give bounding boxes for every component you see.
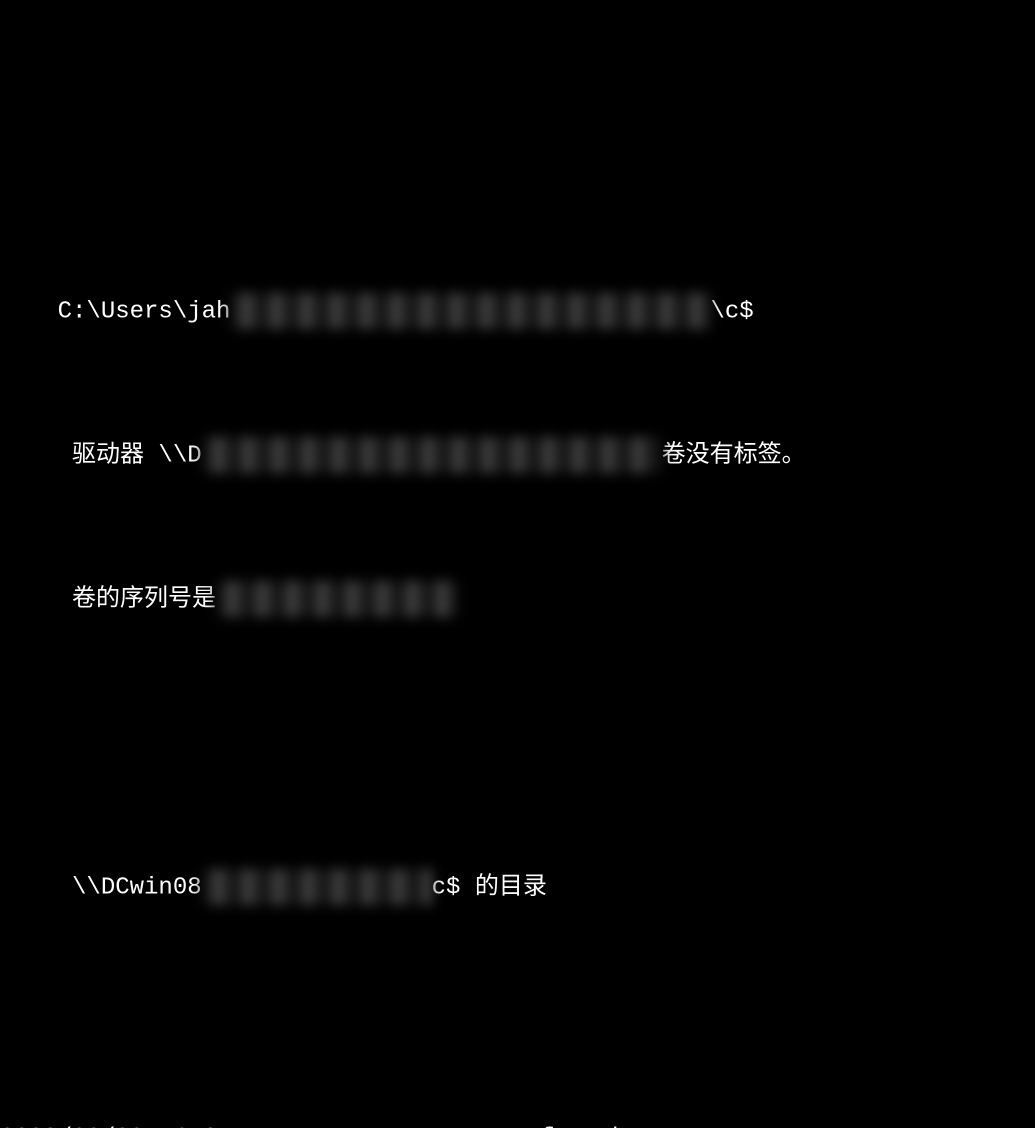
directory-listing: 2022/03/2216:04<DIR>ftpweb2022/03/2215:5… — [0, 1121, 1035, 1128]
row-type: <DIR> — [290, 1121, 540, 1128]
drive-suffix: 卷没有标签。 — [662, 442, 806, 469]
directory-path-line: \\DCwin08c$ 的目录 — [0, 833, 1035, 869]
row-date: 2022/03/22 — [0, 1121, 160, 1128]
censored-block — [202, 869, 432, 905]
command-prompt-line: C:\Users\jah\c$ — [0, 257, 1035, 293]
censored-block — [230, 293, 710, 329]
terminal-output[interactable]: C:\Users\jah\c$ 驱动器 \\D卷没有标签。 卷的序列号是 \\D… — [0, 149, 1035, 1128]
volume-drive-line: 驱动器 \\D卷没有标签。 — [0, 401, 1035, 437]
path-suffix: 的目录 — [460, 874, 546, 901]
blank-line — [0, 689, 1035, 725]
row-time: 16:04 — [160, 1121, 290, 1128]
row-name: ftpweb — [540, 1121, 1035, 1128]
path-prefix: \\DCwin08 — [58, 874, 202, 901]
directory-row: 2022/03/2216:04<DIR>ftpweb — [0, 1121, 1035, 1128]
drive-prefix: 驱动器 \\D — [58, 442, 202, 469]
serial-prefix: 卷的序列号是 — [58, 586, 216, 613]
prompt-suffix: \c$ — [710, 298, 753, 325]
censored-block — [202, 437, 662, 473]
volume-serial-line: 卷的序列号是 — [0, 545, 1035, 581]
path-mid: c$ — [432, 874, 461, 901]
censored-block — [216, 581, 456, 617]
prompt-prefix: C:\Users\jah — [58, 298, 231, 325]
blank-line — [0, 977, 1035, 1013]
